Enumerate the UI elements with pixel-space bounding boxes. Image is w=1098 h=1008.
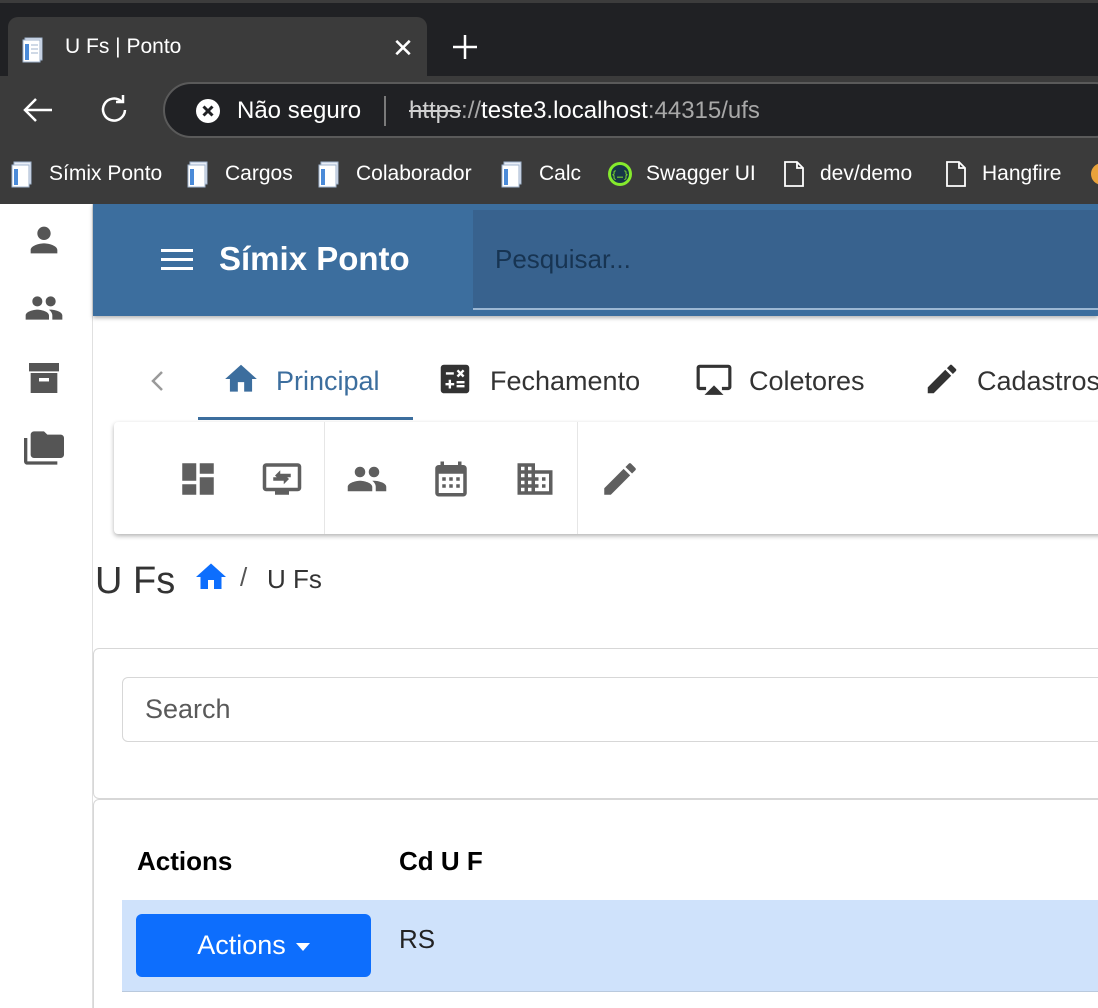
bookmark-label: dev/demo bbox=[820, 162, 913, 185]
not-secure-icon[interactable] bbox=[195, 98, 221, 124]
bookmark-label: Swagger UI bbox=[646, 162, 756, 185]
url-scheme-sep: :// bbox=[461, 97, 482, 124]
bookmark-overflow-icon[interactable] bbox=[1088, 160, 1098, 188]
bookmark-calc[interactable]: Calc bbox=[499, 160, 581, 188]
tab-label: Cadastros bbox=[977, 366, 1098, 396]
folders-icon[interactable] bbox=[24, 428, 64, 468]
bookmarks-bar: Símix Ponto Cargos Colaborador Calc {…} … bbox=[0, 144, 1098, 204]
reload-icon[interactable] bbox=[96, 92, 132, 128]
building-icon[interactable] bbox=[514, 458, 556, 500]
breadcrumb-current: U Fs bbox=[267, 564, 322, 594]
hamburger-menu-icon[interactable] bbox=[159, 244, 195, 276]
address-bar-row: Não seguro https://teste3.localhost:4431… bbox=[0, 76, 1098, 144]
toolbar-divider bbox=[577, 422, 578, 534]
page-blue-icon bbox=[11, 161, 32, 188]
bookmark-label: Cargos bbox=[225, 162, 293, 185]
url-scheme: https bbox=[409, 97, 462, 124]
quick-actions-toolbar bbox=[114, 422, 1098, 534]
pencil-icon[interactable] bbox=[599, 458, 641, 500]
back-arrow-icon[interactable] bbox=[20, 92, 56, 128]
monitor-swap-icon[interactable] bbox=[261, 458, 303, 500]
page-favicon-icon bbox=[22, 37, 43, 63]
tab-fechamento[interactable]: Fechamento bbox=[436, 356, 640, 420]
bookmark-colaborador[interactable]: Colaborador bbox=[316, 160, 472, 188]
filter-card bbox=[93, 648, 1098, 799]
tab-title: U Fs | Ponto bbox=[65, 35, 182, 58]
app-page: Símix Ponto Principal Fechamento Coletor… bbox=[0, 204, 1098, 1008]
column-header-cd-uf[interactable]: Cd U F bbox=[399, 846, 483, 877]
browser-tab[interactable]: U Fs | Ponto ✕ bbox=[8, 17, 427, 79]
url-text[interactable]: https://teste3.localhost:44315/ufs bbox=[409, 97, 760, 125]
chevron-left-icon[interactable] bbox=[143, 366, 173, 396]
browser-titlebar: U Fs | Ponto ✕ bbox=[0, 0, 1098, 79]
tab-coletores[interactable]: Coletores bbox=[695, 356, 865, 420]
svg-text:{…}: {…} bbox=[611, 170, 629, 181]
global-search[interactable] bbox=[473, 210, 1098, 310]
bookmark-label: Colaborador bbox=[356, 162, 472, 185]
dashboard-icon[interactable] bbox=[177, 458, 219, 500]
table-card: Actions Cd U F Actions RS bbox=[93, 799, 1098, 1008]
page-blue-icon bbox=[318, 161, 339, 188]
document-icon bbox=[784, 161, 804, 187]
page-blue-icon bbox=[187, 161, 208, 188]
calculator-icon bbox=[440, 364, 470, 394]
people-icon[interactable] bbox=[24, 288, 64, 328]
omnibox-divider bbox=[384, 96, 386, 126]
airplay-icon bbox=[696, 364, 732, 395]
archive-icon[interactable] bbox=[24, 358, 64, 398]
omnibox[interactable]: Não seguro https://teste3.localhost:4431… bbox=[163, 82, 1098, 138]
swagger-icon: {…} bbox=[608, 162, 632, 186]
cell-cd-uf: RS bbox=[399, 924, 436, 954]
tab-label: Principal bbox=[276, 366, 380, 396]
tab-close-icon[interactable]: ✕ bbox=[388, 33, 418, 63]
actions-dropdown-button[interactable]: Actions bbox=[136, 914, 371, 977]
person-icon[interactable] bbox=[24, 220, 64, 260]
bookmark-simix-ponto[interactable]: Símix Ponto bbox=[9, 160, 162, 188]
tab-cadastros[interactable]: Cadastros bbox=[923, 356, 1098, 420]
column-header-actions[interactable]: Actions bbox=[137, 846, 232, 877]
search-input[interactable] bbox=[122, 677, 1098, 742]
url-host: teste3.localhost bbox=[481, 97, 648, 124]
page-title: U Fs bbox=[95, 560, 176, 602]
bookmark-label: Símix Ponto bbox=[49, 162, 163, 185]
toolbar-divider bbox=[324, 422, 325, 534]
tab-label: Fechamento bbox=[490, 366, 641, 396]
pencil-icon bbox=[927, 364, 957, 394]
bookmark-swagger-ui[interactable]: {…} Swagger UI bbox=[606, 160, 756, 188]
bookmark-label: Calc bbox=[539, 162, 582, 185]
bookmark-label: Hangfire bbox=[982, 162, 1062, 185]
new-tab-icon[interactable] bbox=[449, 31, 481, 63]
breadcrumb-home-icon[interactable] bbox=[193, 559, 229, 595]
home-icon bbox=[225, 364, 257, 392]
bookmark-cargos[interactable]: Cargos bbox=[185, 160, 293, 188]
page-blue-icon bbox=[501, 161, 522, 188]
bookmark-hangfire[interactable]: Hangfire bbox=[942, 160, 1061, 188]
breadcrumb-separator: / bbox=[240, 562, 248, 592]
side-rail bbox=[0, 204, 93, 1008]
app-brand[interactable]: Símix Ponto bbox=[219, 240, 410, 278]
nav-tabs: Principal Fechamento Coletores Cadastros bbox=[93, 344, 1098, 422]
calendar-icon[interactable] bbox=[430, 458, 472, 500]
people-icon[interactable] bbox=[346, 458, 388, 500]
actions-button-label: Actions bbox=[197, 930, 286, 960]
app-bar: Símix Ponto bbox=[93, 204, 1098, 316]
url-port-path: :44315/ufs bbox=[647, 97, 760, 124]
document-icon bbox=[946, 161, 966, 187]
tab-principal[interactable]: Principal bbox=[198, 356, 413, 420]
bookmark-dev-demo[interactable]: dev/demo bbox=[780, 160, 912, 188]
not-secure-label: Não seguro bbox=[237, 97, 362, 124]
global-search-input[interactable] bbox=[495, 244, 1075, 275]
caret-down-icon bbox=[295, 942, 310, 951]
table-row[interactable]: Actions RS bbox=[122, 900, 1098, 992]
tab-label: Coletores bbox=[749, 366, 865, 396]
